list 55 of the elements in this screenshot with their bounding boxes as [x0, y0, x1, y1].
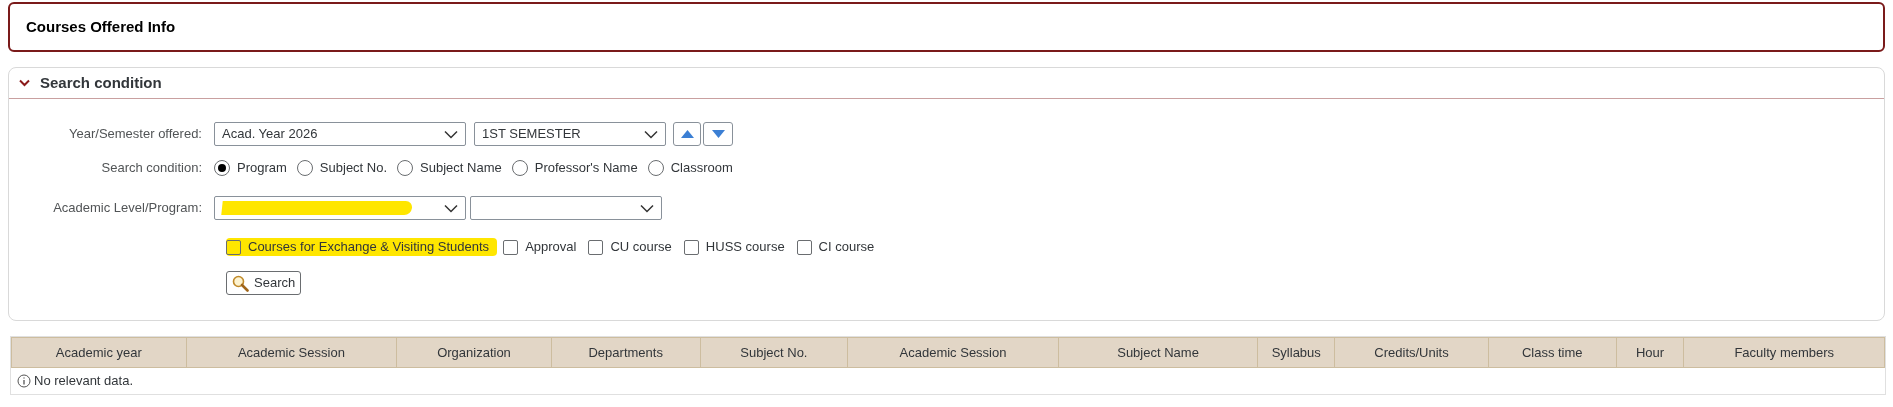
column-header: Departments: [551, 338, 701, 367]
dropdown[interactable]: Acad. Year 2026: [214, 122, 466, 146]
checkbox[interactable]: [503, 239, 519, 255]
radio-option[interactable]: Classroom: [647, 158, 733, 178]
checkbox-option[interactable]: CU course: [588, 238, 672, 256]
chevron-down-icon: [444, 129, 458, 139]
radio-button[interactable]: [397, 160, 414, 176]
radio-option[interactable]: Subject Name: [397, 158, 502, 178]
field-label: Search condition:: [100, 159, 203, 178]
radio-button[interactable]: [647, 160, 664, 176]
chevron-down-icon: [640, 203, 654, 213]
column-header: Class time: [1488, 338, 1617, 367]
dropdown[interactable]: [214, 196, 466, 220]
radio-option[interactable]: Program: [214, 158, 287, 178]
radio-button[interactable]: [214, 160, 230, 176]
empty-message: No relevant data.: [34, 372, 133, 391]
page-title: Courses Offered Info: [26, 16, 176, 37]
column-header: Academic Session: [186, 338, 398, 367]
checkbox[interactable]: [683, 239, 699, 255]
checkbox-option[interactable]: CI course: [796, 238, 875, 256]
checkbox-option[interactable]: Approval: [503, 238, 577, 256]
checkbox-option[interactable]: Courses for Exchange & Visiting Students: [226, 238, 498, 256]
panel-title: Search condition: [40, 72, 162, 93]
panel-header[interactable]: Search condition: [9, 68, 1884, 99]
triangle-down-icon: [711, 130, 725, 138]
column-header: Academic year: [12, 338, 187, 367]
radio-option[interactable]: Professor's Name: [511, 158, 638, 178]
chevron-icon: [19, 79, 30, 87]
column-header: Academic Session: [848, 338, 1059, 367]
search-icon: [232, 274, 249, 292]
checkbox[interactable]: [226, 239, 241, 255]
radio-button[interactable]: [296, 160, 313, 176]
previous-button[interactable]: [673, 122, 701, 146]
triangle-up-icon: [680, 130, 694, 138]
chevron-down-icon: [444, 203, 458, 213]
column-header: Organization: [397, 338, 552, 367]
dropdown[interactable]: 1ST SEMESTER: [474, 122, 666, 146]
radio-option[interactable]: Subject No.: [296, 158, 388, 178]
checkbox-option[interactable]: HUSS course: [683, 238, 785, 256]
dropdown[interactable]: [470, 196, 662, 220]
column-header: Credits/Units: [1335, 338, 1489, 367]
field-label: Year/Semester offered:: [68, 125, 203, 144]
chevron-down-icon: [644, 129, 658, 139]
info-icon: [17, 374, 31, 388]
column-header: Faculty members: [1733, 343, 1836, 362]
column-header: Subject No.: [700, 338, 849, 367]
search-button[interactable]: Search: [226, 271, 302, 295]
column-header: Syllabus: [1258, 338, 1336, 367]
checkbox[interactable]: [588, 239, 604, 255]
field-label: Academic Level/Program:: [52, 199, 203, 218]
column-header: Subject Name: [1058, 338, 1259, 367]
next-button[interactable]: [703, 122, 733, 146]
checkbox[interactable]: [796, 239, 812, 255]
radio-button[interactable]: [511, 160, 528, 176]
column-header: Hour: [1616, 338, 1685, 367]
